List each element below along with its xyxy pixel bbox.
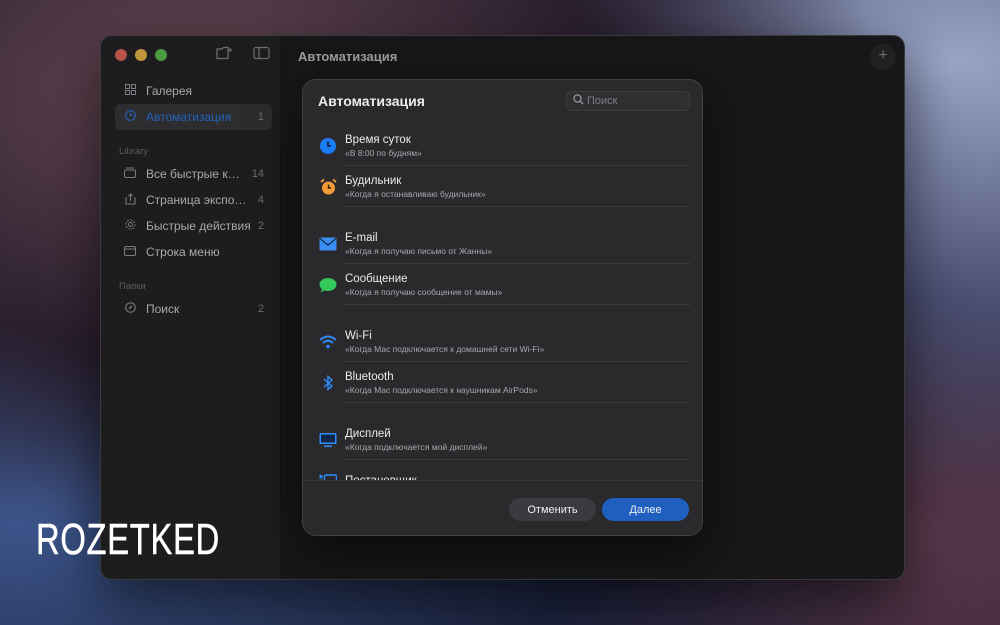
trigger-stage-manager[interactable]: Постановщик <box>303 460 702 482</box>
rozetked-watermark-logo: ROZETKED <box>36 515 220 562</box>
bluetooth-icon <box>318 373 338 393</box>
mail-icon <box>318 234 338 254</box>
trigger-desc: «Когда я получаю сообщение от мамы» <box>345 286 503 297</box>
search-field[interactable] <box>566 91 690 111</box>
trigger-bluetooth[interactable]: Bluetooth «Когда Mac подключается к науш… <box>303 362 702 403</box>
trigger-desc: «Когда я останавливаю будильник» <box>345 188 486 199</box>
clock-icon <box>318 136 338 156</box>
search-input[interactable] <box>587 95 682 107</box>
search-icon <box>573 94 584 108</box>
message-icon <box>318 275 338 295</box>
trigger-display[interactable]: Дисплей «Когда подключается мой дисплей» <box>303 419 702 460</box>
trigger-name: Время суток <box>345 133 411 146</box>
divider <box>343 206 690 207</box>
trigger-wifi[interactable]: Wi-Fi «Когда Mac подключается к домашней… <box>303 321 702 362</box>
display-icon <box>318 430 338 450</box>
cancel-button[interactable]: Отменить <box>509 498 596 521</box>
next-button[interactable]: Далее <box>602 498 689 521</box>
trigger-time-of-day[interactable]: Время суток «В 8:00 по будням» <box>303 125 702 166</box>
divider <box>343 402 690 403</box>
automation-sheet: Автоматизация Время суток «В 8:00 по буд… <box>302 79 703 536</box>
trigger-desc: «В 8:00 по будням» <box>345 147 422 158</box>
trigger-name: Bluetooth <box>345 370 394 383</box>
trigger-name: E-mail <box>345 231 378 244</box>
trigger-name: Сообщение <box>345 272 408 285</box>
sheet-title: Автоматизация <box>318 93 425 109</box>
trigger-desc: «Когда Mac подключается к домашней сети … <box>345 343 545 354</box>
alarm-icon <box>318 177 338 197</box>
trigger-email[interactable]: E-mail «Когда я получаю письмо от Жанны» <box>303 223 702 264</box>
trigger-list: Время суток «В 8:00 по будням» Будильник… <box>303 125 702 482</box>
trigger-alarm[interactable]: Будильник «Когда я останавливаю будильни… <box>303 166 702 207</box>
trigger-name: Wi-Fi <box>345 329 372 342</box>
wifi-icon <box>318 332 338 352</box>
sheet-footer: Отменить Далее <box>303 480 702 535</box>
trigger-desc: «Когда Mac подключается к наушникам AirP… <box>345 384 538 395</box>
trigger-desc: «Когда я получаю письмо от Жанны» <box>345 245 493 256</box>
trigger-message[interactable]: Сообщение «Когда я получаю сообщение от … <box>303 264 702 305</box>
trigger-desc: «Когда подключается мой дисплей» <box>345 441 488 452</box>
divider <box>343 304 690 305</box>
trigger-name: Дисплей <box>345 427 391 440</box>
trigger-name: Будильник <box>345 174 402 187</box>
svg-text:ROZETKED: ROZETKED <box>36 515 220 562</box>
